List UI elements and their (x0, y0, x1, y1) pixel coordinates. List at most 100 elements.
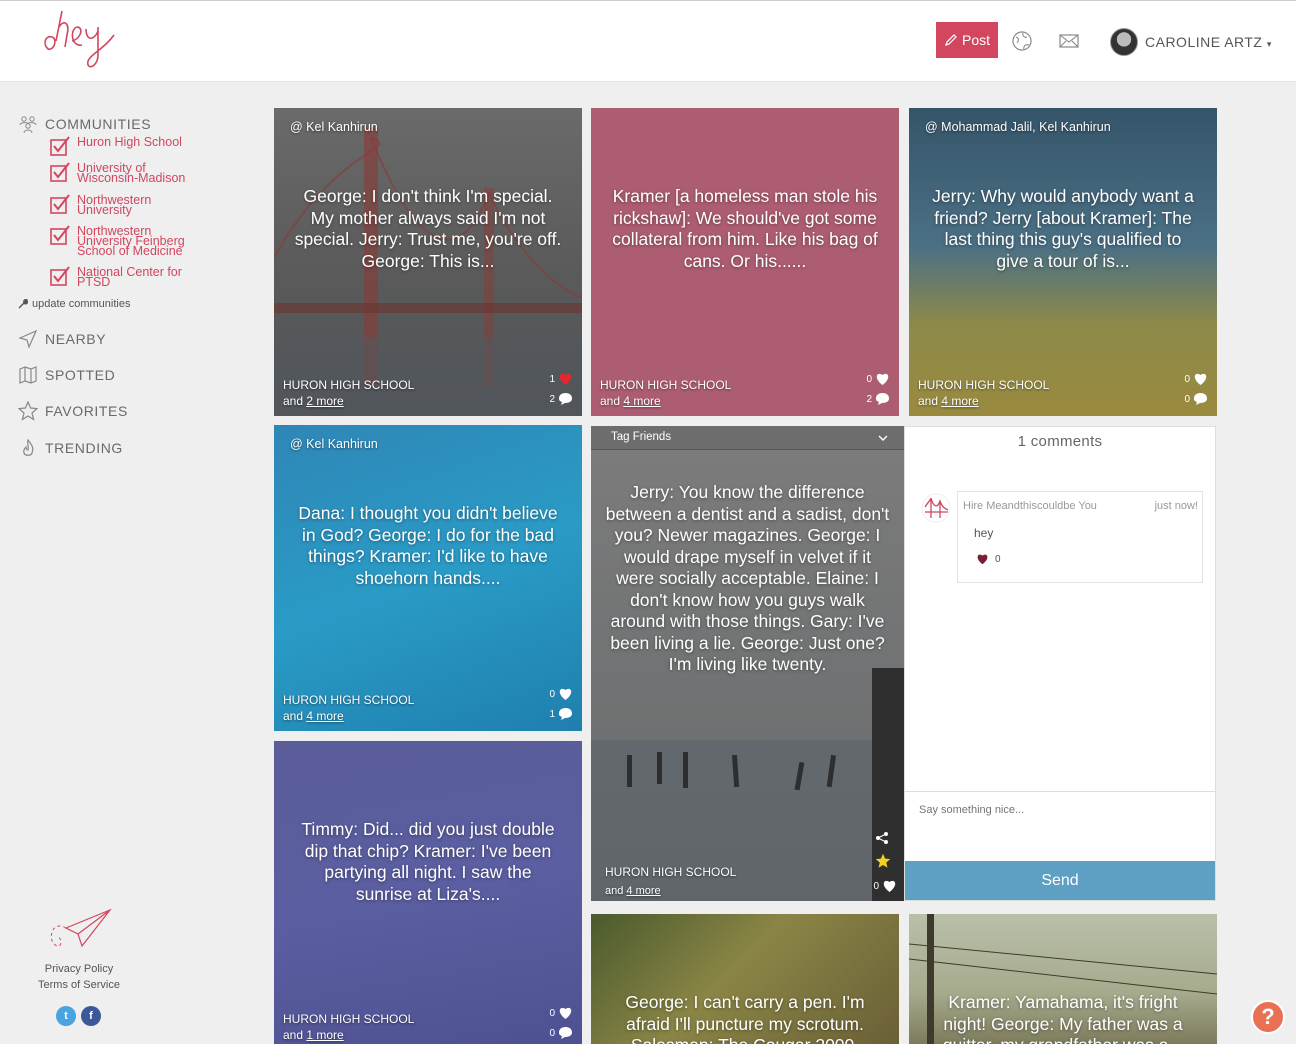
comment-stat[interactable]: 0 (1184, 392, 1208, 406)
community-item[interactable]: Huron High School (50, 136, 197, 156)
favorites-label: FAVORITES (45, 403, 128, 419)
like-count: 0 (873, 880, 879, 892)
user-name: CAROLINE ARTZ (1145, 34, 1263, 50)
heart-icon (883, 880, 896, 892)
sidebar-item-trending[interactable]: TRENDING (18, 438, 123, 458)
post-text: George: I can't carry a pen. I'm afraid … (625, 992, 865, 1044)
post-school: HURON HIGH SCHOOL (283, 378, 415, 392)
avatar[interactable] (1110, 28, 1138, 56)
heart-icon (977, 554, 988, 565)
community-label: Northwestern University Feinberg School … (77, 224, 185, 258)
community-item[interactable]: University of Wisconsin-Madison (50, 161, 197, 185)
communities-icon (19, 116, 37, 134)
ohey-logo[interactable] (40, 5, 120, 79)
terms-of-service-link[interactable]: Terms of Service (0, 979, 158, 991)
post-tag: @ Kel Kanhirun (290, 120, 378, 134)
facebook-icon[interactable]: f (81, 1006, 101, 1026)
sidebar-item-favorites[interactable]: FAVORITES (18, 401, 128, 421)
like-stat[interactable]: 0 (1184, 372, 1208, 386)
post-more-communities[interactable]: and 4 more (283, 709, 344, 723)
more-link[interactable]: 4 more (623, 394, 660, 408)
comment-input[interactable] (905, 791, 1215, 861)
post-card[interactable]: Kramer [a homeless man stole his ricksha… (591, 108, 899, 416)
tag-friends-bar[interactable]: Tag Friends (591, 426, 904, 450)
post-more-communities[interactable]: and 1 more (283, 1028, 344, 1042)
post-card[interactable]: George: I can't carry a pen. I'm afraid … (591, 914, 899, 1044)
speech-bubble-icon (559, 1027, 572, 1039)
bridge-avatar-icon (921, 493, 951, 523)
comment-author[interactable]: Hire Meandthiscouldbe You (963, 500, 1097, 512)
and-label: and (600, 394, 624, 408)
post-card[interactable]: Timmy: Did... did you just double dip th… (274, 741, 582, 1044)
more-link[interactable]: 2 more (306, 394, 343, 408)
privacy-policy-link[interactable]: Privacy Policy (0, 963, 158, 975)
share-icon[interactable] (875, 831, 889, 845)
community-item[interactable]: Northwestern University (50, 194, 197, 216)
comment-count: 2 (866, 393, 872, 405)
community-item[interactable]: National Center for PTSD (50, 266, 197, 288)
post-more-communities[interactable]: and 4 more (600, 394, 661, 408)
post-more-communities[interactable]: and 4 more (918, 394, 979, 408)
post-text: Timmy: Did... did you just double dip th… (301, 819, 555, 904)
post-card[interactable]: @ Kel Kanhirun George: I don't think I'm… (274, 108, 582, 416)
spotted-label: SPOTTED (45, 367, 116, 383)
post-button[interactable]: Post (936, 22, 998, 58)
heart-icon (876, 373, 889, 385)
speech-bubble-icon (559, 393, 572, 405)
community-label: University of Wisconsin-Madison (77, 161, 186, 185)
like-stat[interactable]: 0 (549, 687, 573, 701)
twitter-icon[interactable]: t (56, 1006, 76, 1026)
caret-down-icon: ▾ (1266, 39, 1272, 49)
flame-icon (23, 438, 34, 456)
send-button[interactable]: Send (905, 861, 1215, 900)
and-label: and (918, 394, 942, 408)
more-link[interactable]: 4 more (941, 394, 978, 408)
post-school: HURON HIGH SCHOOL (918, 378, 1050, 392)
like-stat[interactable]: 0 (873, 879, 897, 893)
update-communities-link[interactable]: update communities (18, 298, 130, 310)
update-communities-label: update communities (32, 298, 131, 310)
speech-bubble-icon (559, 708, 572, 720)
post-more-communities[interactable]: and 4 more (605, 885, 661, 897)
like-count: 0 (1184, 373, 1190, 385)
sidebar-item-nearby[interactable]: NEARBY (18, 329, 106, 349)
comment-count: 0 (1184, 393, 1190, 405)
comment-like[interactable]: 0 (976, 553, 1001, 565)
user-menu[interactable]: CAROLINE ARTZ ▾ (1145, 34, 1272, 50)
community-label: Huron High School (77, 135, 182, 149)
post-text: Dana: I thought you didn't believe in Go… (298, 503, 558, 588)
post-text: Kramer [a homeless man stole his ricksha… (612, 186, 878, 271)
more-link[interactable]: 4 more (626, 885, 660, 897)
post-detail-card[interactable]: Jerry: You know the difference between a… (591, 450, 904, 901)
like-stat[interactable]: 1 (549, 372, 573, 386)
comment-stat[interactable]: 0 (549, 1026, 573, 1040)
sidebar-item-spotted[interactable]: SPOTTED (18, 365, 115, 385)
community-item[interactable]: Northwestern University Feinberg School … (50, 224, 197, 258)
sidebar: COMMUNITIES Huron High School University… (0, 82, 260, 1044)
top-bar: Post CAROLINE ARTZ ▾ (0, 0, 1296, 82)
mail-icon[interactable] (1058, 30, 1080, 52)
post-more-communities[interactable]: and 2 more (283, 394, 344, 408)
more-link[interactable]: 1 more (306, 1028, 343, 1042)
more-link[interactable]: 4 more (306, 709, 343, 723)
paper-plane-illustration (50, 908, 112, 948)
help-button[interactable]: ? (1251, 1000, 1285, 1034)
globe-icon[interactable] (1011, 30, 1033, 52)
comment-stat[interactable]: 2 (549, 392, 573, 406)
like-count: 0 (549, 688, 555, 700)
and-label: and (283, 1028, 307, 1042)
post-card[interactable]: @ Mohammad Jalil, Kel Kanhirun Jerry: Wh… (909, 108, 1217, 416)
post-card[interactable]: @ Kel Kanhirun Dana: I thought you didn'… (274, 425, 582, 731)
comment-stat[interactable]: 1 (549, 707, 573, 721)
like-stat[interactable]: 0 (549, 1006, 573, 1020)
star-filled-icon[interactable] (875, 853, 891, 869)
comment-count: 2 (549, 393, 555, 405)
sidebar-item-communities[interactable]: COMMUNITIES (18, 114, 151, 134)
post-card[interactable]: Kramer: Yamahama, it's fright night! Geo… (909, 914, 1217, 1044)
comment-stat[interactable]: 2 (866, 392, 890, 406)
post-label: Post (961, 32, 990, 48)
like-stat[interactable]: 0 (866, 372, 890, 386)
post-text: Jerry: Why would anybody want a friend? … (932, 186, 1194, 271)
wrench-icon (18, 299, 28, 309)
post-tag: @ Mohammad Jalil, Kel Kanhirun (925, 120, 1111, 134)
